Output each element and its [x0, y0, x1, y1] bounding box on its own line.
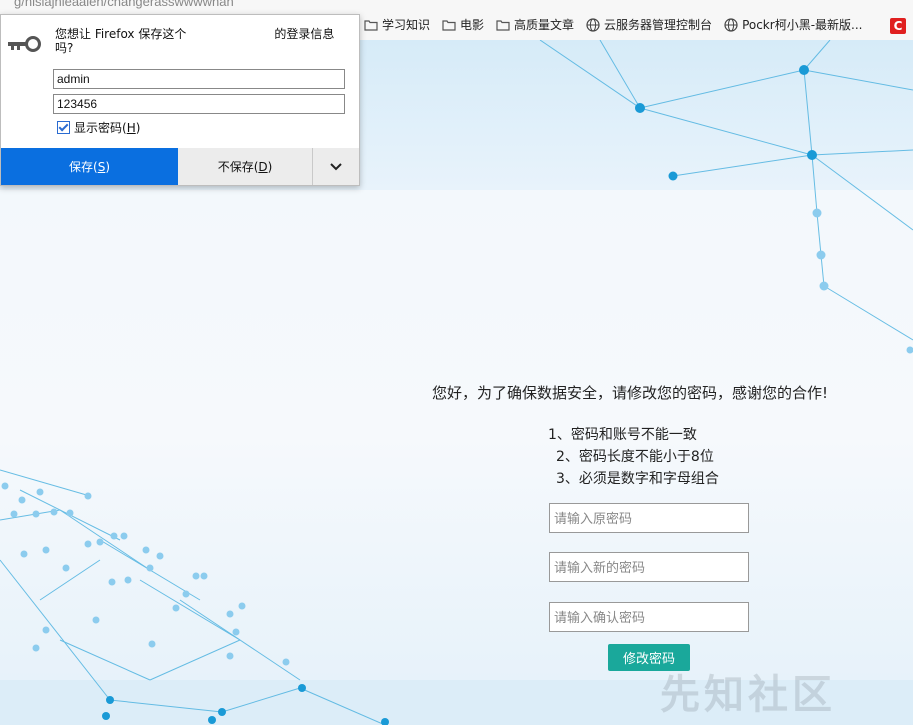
username-field[interactable]	[53, 69, 345, 89]
bookmark-label: 学习知识	[382, 18, 431, 32]
folder-icon	[442, 19, 456, 31]
url-bar-text[interactable]: g/nisiajnieaaien/cnangerasswwwwnan	[14, 0, 234, 9]
popup-message-line1-tail: 的登录信息	[274, 27, 335, 41]
password-rules: 1、密码和账号不能一致 2、密码长度不能小于8位 3、必须是数字和字母组合	[548, 424, 719, 490]
bookmark-cloud-console[interactable]: 云服务器管理控制台	[586, 16, 712, 33]
bookmark-study[interactable]: 学习知识	[364, 16, 430, 33]
greeting-text: 您好，为了确保数据安全，请修改您的密码，感谢您的合作!	[432, 384, 829, 402]
globe-icon	[724, 17, 738, 32]
chevron-down-icon	[330, 162, 342, 170]
old-password-input[interactable]	[549, 503, 749, 533]
bookmark-articles[interactable]: 高质量文章	[496, 16, 574, 33]
bookmark-movies[interactable]: 电影	[442, 16, 484, 33]
watermark-text: 先知社区	[660, 672, 836, 718]
folder-icon	[364, 19, 378, 31]
more-options-button[interactable]	[313, 148, 359, 185]
bookmark-label: 电影	[460, 18, 485, 32]
confirm-password-input[interactable]	[549, 602, 749, 632]
save-button[interactable]: 保存(S)	[1, 148, 178, 185]
globe-icon	[586, 17, 600, 32]
password-field[interactable]	[53, 94, 345, 114]
folder-icon	[496, 19, 510, 31]
key-icon	[8, 36, 41, 52]
c-logo-icon[interactable]: C	[890, 18, 906, 34]
save-login-popup: 您想让 Firefox 保存这个 的登录信息 吗? 显示密码(H) 保存(S) 不…	[0, 14, 360, 186]
show-password-checkbox[interactable]: 显示密码(H)	[57, 119, 140, 136]
bookmark-label: 高质量文章	[514, 18, 575, 32]
popup-message-line2: 吗?	[55, 41, 74, 55]
popup-footer: 保存(S) 不保存(D)	[1, 148, 359, 185]
popup-message: 您想让 Firefox 保存这个 的登录信息 吗?	[55, 27, 345, 55]
checkbox-checked-icon[interactable]	[57, 121, 70, 134]
rule-item: 3、必须是数字和字母组合	[556, 471, 719, 487]
popup-message-line1: 您想让 Firefox 保存这个	[55, 27, 187, 41]
bookmark-pockr[interactable]: Pockr柯小黑-最新版...	[724, 16, 862, 33]
new-password-input[interactable]	[549, 552, 749, 582]
show-password-label: 显示密码(H)	[74, 121, 141, 135]
bookmark-items: 学习知识 电影 高质量文章 云服务器管理控制台 Pockr柯小黑-最新版...	[364, 16, 862, 33]
bookmark-label: Pockr柯小黑-最新版...	[742, 18, 863, 32]
rule-item: 1、密码和账号不能一致	[548, 427, 697, 443]
dont-save-button[interactable]: 不保存(D)	[178, 148, 313, 185]
rule-item: 2、密码长度不能小于8位	[556, 449, 714, 465]
bookmark-label: 云服务器管理控制台	[604, 18, 713, 32]
